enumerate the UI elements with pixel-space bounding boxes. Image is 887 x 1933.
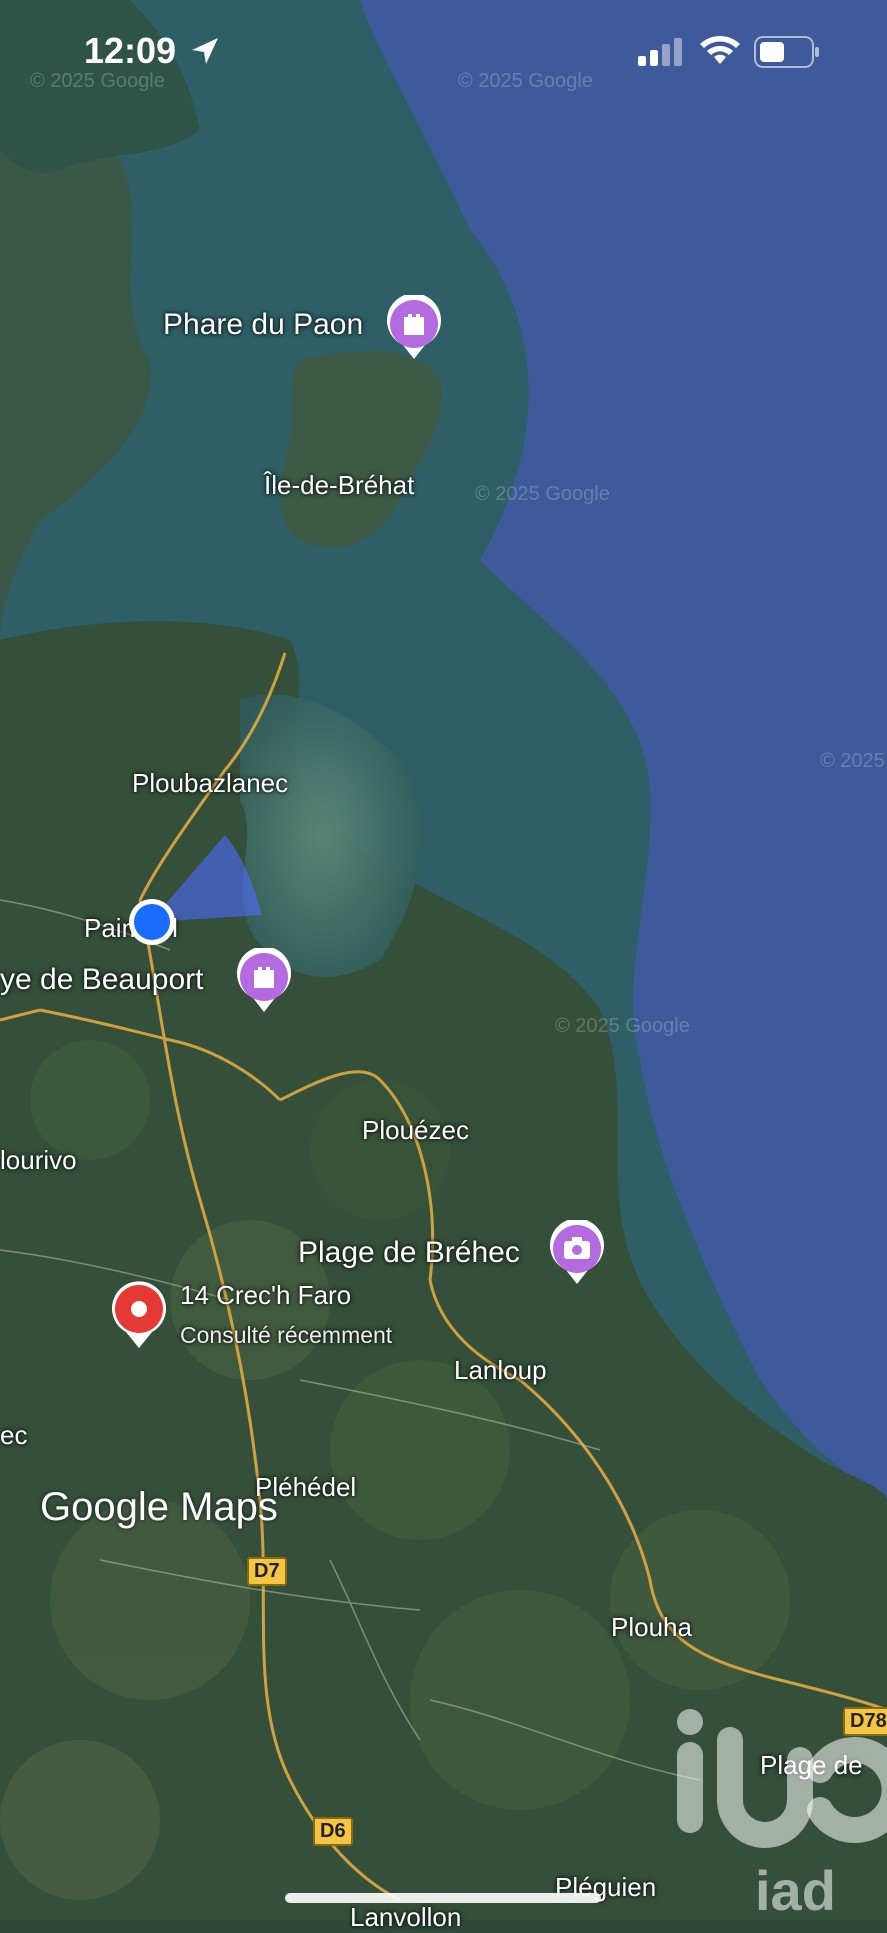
google-maps-logo: Google Maps — [40, 1485, 278, 1529]
place-label-plage-de-brehec[interactable]: Plage de Bréhec — [298, 1236, 520, 1270]
iad-logo-text: iad — [755, 1859, 836, 1920]
map-watermark: © 2025 Google — [30, 70, 165, 92]
place-label-plourivo: lourivo — [0, 1145, 77, 1175]
current-location-dot[interactable] — [128, 898, 176, 946]
location-arrow-icon — [192, 38, 218, 64]
landmark-pin-icon[interactable] — [385, 295, 443, 361]
battery-icon — [754, 36, 819, 68]
saved-place-pin-icon[interactable] — [110, 1280, 168, 1350]
wifi-icon — [700, 36, 740, 64]
landmark-pin-icon[interactable] — [235, 948, 293, 1014]
satellite-map[interactable] — [0, 0, 887, 1920]
place-label-lanloup: Lanloup — [454, 1355, 547, 1385]
camera-pin-icon[interactable] — [548, 1220, 606, 1286]
place-label-plouha: Plouha — [611, 1612, 692, 1642]
iad-watermark-logo: iad — [677, 1709, 887, 1920]
map-watermark: © 2025 Google — [458, 70, 593, 92]
place-label-plouezec: Plouézec — [362, 1115, 469, 1145]
home-indicator[interactable] — [285, 1893, 601, 1903]
map-watermark: © 2025 Google — [475, 483, 610, 505]
place-label-lanvollon: Lanvollon — [350, 1902, 462, 1932]
map-watermark: © 2025 Google — [555, 1015, 690, 1037]
status-bar: 12:09 — [0, 0, 887, 110]
place-label-phare-du-paon[interactable]: Phare du Paon — [163, 308, 363, 342]
map-watermark: © 2025 Google — [820, 750, 887, 772]
route-badge-d6: D6 — [313, 1817, 353, 1846]
place-label-partial: ec — [0, 1420, 28, 1450]
status-time: 12:09 — [84, 30, 177, 71]
saved-place-title[interactable]: 14 Crec'h Faro — [180, 1280, 351, 1311]
place-label-abbaye-de-beauport[interactable]: ye de Beauport — [0, 963, 203, 997]
place-label-ploubazlanec: Ploubazlanec — [132, 768, 289, 798]
route-badge-d7: D7 — [247, 1557, 287, 1586]
saved-place-subtitle: Consulté récemment — [180, 1322, 393, 1348]
cellular-signal-icon — [638, 38, 682, 66]
place-label-ile-de-brehat: Île-de-Bréhat — [264, 470, 415, 500]
